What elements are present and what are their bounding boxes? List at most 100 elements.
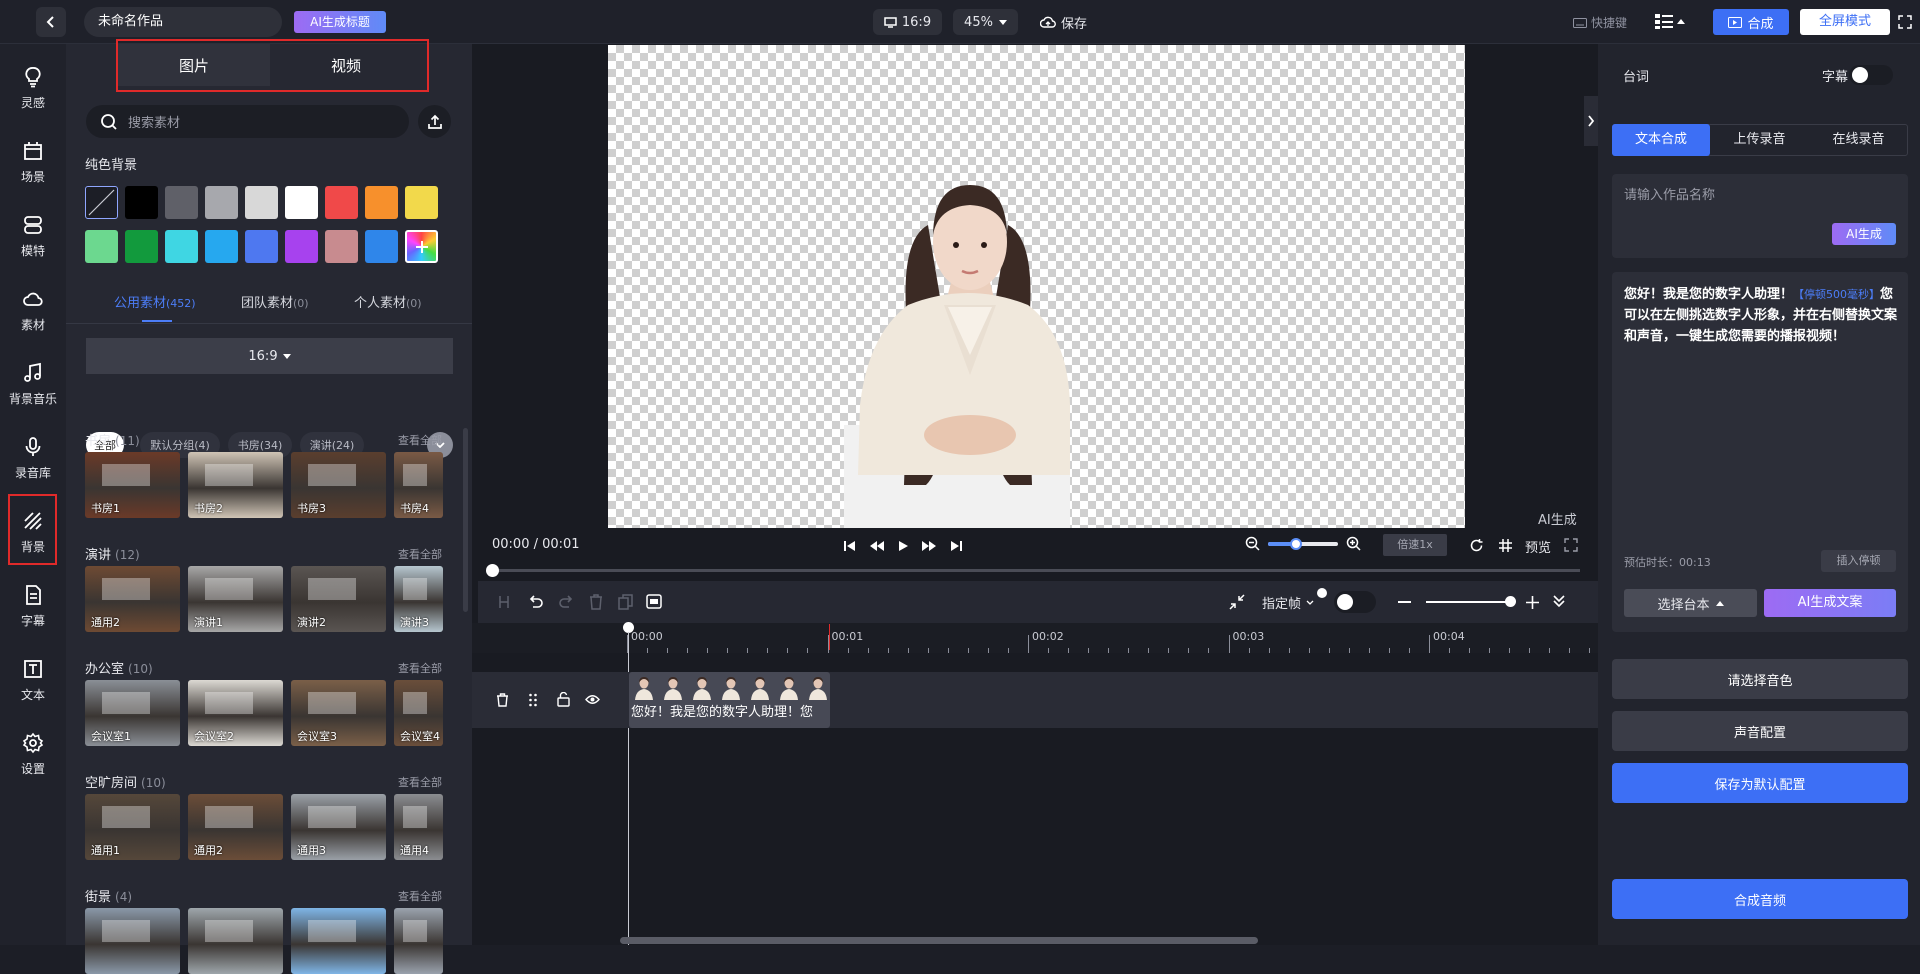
see-all-link[interactable]: 查看全部: [398, 546, 442, 562]
color-swatch[interactable]: [165, 230, 198, 263]
work-name-input[interactable]: 请输入作品名称: [1624, 184, 1715, 203]
timeline-zoom-slider[interactable]: [1426, 601, 1511, 603]
background-thumbnail[interactable]: 会议室3: [291, 680, 386, 746]
timeline-clip[interactable]: 您好！我是您的数字人助理！您: [629, 672, 830, 728]
speed-select[interactable]: 倍速1x: [1383, 534, 1447, 556]
undo-icon[interactable]: [528, 594, 544, 610]
color-swatch[interactable]: [245, 186, 278, 219]
timeline-zoom-handle[interactable]: [1505, 596, 1516, 607]
fast-forward-icon[interactable]: [921, 540, 937, 552]
script-text[interactable]: 您好！我是您的数字人助理！【停顿500毫秒】您可以在左侧挑选数字人形象，并在右侧…: [1624, 284, 1900, 347]
script-editor[interactable]: 您好！我是您的数字人助理！【停顿500毫秒】您可以在左侧挑选数字人形象，并在右侧…: [1612, 272, 1908, 632]
trash-icon[interactable]: [496, 693, 509, 707]
compose-audio-button[interactable]: 合成音频: [1612, 879, 1908, 919]
preview-canvas[interactable]: [608, 45, 1465, 528]
color-swatch[interactable]: [165, 186, 198, 219]
panel-scrollbar[interactable]: [463, 428, 468, 612]
zoom-in-icon[interactable]: [1346, 536, 1361, 551]
minus-icon[interactable]: [1398, 601, 1411, 603]
tab-personal[interactable]: 个人素材(0): [354, 292, 422, 311]
color-swatch[interactable]: [205, 230, 238, 263]
background-thumbnail[interactable]: 通用3: [291, 794, 386, 860]
background-thumbnail[interactable]: 通用2: [188, 794, 283, 860]
project-name-input[interactable]: 未命名作品: [84, 7, 282, 37]
background-thumbnail[interactable]: 书房2: [188, 452, 283, 518]
playback-progress-handle[interactable]: [486, 564, 499, 577]
skip-end-icon[interactable]: [949, 540, 963, 552]
expand-icon[interactable]: [1898, 15, 1912, 29]
keyframe-toggle[interactable]: [1334, 591, 1376, 613]
fullscreen-button[interactable]: 全屏模式: [1800, 9, 1890, 35]
play-icon[interactable]: [897, 540, 909, 552]
digital-avatar-figure[interactable]: [608, 45, 1465, 528]
shortcuts-button[interactable]: 快捷键: [1573, 14, 1627, 31]
transparent-swatch[interactable]: [85, 186, 118, 219]
background-thumbnail[interactable]: 演讲2: [291, 566, 386, 632]
background-thumbnail[interactable]: [394, 908, 443, 974]
background-thumbnail[interactable]: 通用4: [394, 794, 443, 860]
preview-label[interactable]: 预览: [1525, 537, 1551, 556]
insert-pause-button[interactable]: 插入停顿: [1821, 550, 1896, 572]
tab-public[interactable]: 公用素材(452): [114, 292, 196, 311]
background-thumbnail[interactable]: 书房1: [85, 452, 180, 518]
split-icon[interactable]: [497, 594, 511, 610]
tab-text-synthesis[interactable]: 文本合成: [1612, 124, 1710, 156]
delete-icon[interactable]: [589, 594, 603, 610]
rewind-icon[interactable]: [869, 540, 885, 552]
color-swatch[interactable]: [325, 230, 358, 263]
custom-color-swatch[interactable]: [405, 230, 438, 263]
color-swatch[interactable]: [205, 186, 238, 219]
background-thumbnail[interactable]: 会议室2: [188, 680, 283, 746]
grid-icon[interactable]: [1498, 538, 1513, 553]
rail-item-text[interactable]: 文本: [0, 648, 66, 712]
background-thumbnail[interactable]: 演讲1: [188, 566, 283, 632]
plus-icon[interactable]: [1526, 596, 1539, 609]
playback-progress[interactable]: [492, 569, 1580, 572]
ai-title-button[interactable]: AI生成标题: [294, 11, 386, 33]
timeline-scrollbar[interactable]: [620, 937, 1258, 944]
upload-button[interactable]: [418, 105, 451, 138]
tab-online-recording[interactable]: 在线录音: [1809, 124, 1908, 156]
see-all-link[interactable]: 查看全部: [398, 888, 442, 904]
background-thumbnail[interactable]: [291, 908, 386, 974]
color-swatch[interactable]: [125, 186, 158, 219]
color-swatch[interactable]: [365, 186, 398, 219]
work-name-field[interactable]: 请输入作品名称 AI生成: [1612, 174, 1908, 258]
voice-config-button[interactable]: 声音配置: [1612, 711, 1908, 751]
eye-icon[interactable]: [585, 694, 600, 705]
search-box[interactable]: 搜索素材: [86, 105, 409, 138]
tab-upload-recording[interactable]: 上传录音: [1710, 124, 1809, 156]
color-swatch[interactable]: [245, 230, 278, 263]
color-swatch[interactable]: [365, 230, 398, 263]
choose-script-button[interactable]: 选择台本: [1624, 589, 1757, 617]
layout-menu-button[interactable]: [1655, 13, 1685, 29]
fullscreen-icon[interactable]: [1564, 538, 1578, 552]
double-chevron-down-icon[interactable]: [1552, 594, 1566, 608]
color-swatch[interactable]: [325, 186, 358, 219]
drag-handle-icon[interactable]: [528, 693, 538, 707]
rail-item-model[interactable]: 模特: [0, 204, 66, 268]
background-thumbnail[interactable]: [188, 908, 283, 974]
color-swatch[interactable]: [405, 186, 438, 219]
color-swatch[interactable]: [85, 230, 118, 263]
rail-item-scene[interactable]: 场景: [0, 130, 66, 194]
ai-copy-button[interactable]: AI生成文案: [1764, 589, 1896, 617]
color-swatch[interactable]: [285, 186, 318, 219]
shrink-icon[interactable]: [1229, 594, 1245, 610]
copy-icon[interactable]: [618, 594, 633, 610]
tab-team[interactable]: 团队素材(0): [241, 292, 309, 311]
save-default-button[interactable]: 保存为默认配置: [1612, 763, 1908, 803]
help-badge[interactable]: [1317, 588, 1327, 598]
rail-item-settings[interactable]: 设置: [0, 722, 66, 786]
rail-item-recordings[interactable]: 录音库: [0, 426, 66, 490]
background-thumbnail[interactable]: 通用1: [85, 794, 180, 860]
redo-icon[interactable]: [558, 594, 574, 610]
rail-item-material[interactable]: 素材: [0, 278, 66, 342]
subtitle-toggle[interactable]: [1849, 65, 1893, 85]
background-thumbnail[interactable]: 演讲3: [394, 566, 443, 632]
preview-zoom-slider[interactable]: [1268, 537, 1338, 550]
ai-generate-button[interactable]: AI生成: [1832, 223, 1896, 245]
search-input[interactable]: 搜索素材: [128, 112, 180, 131]
preview-zoom-handle[interactable]: [1290, 537, 1302, 550]
ratio-select[interactable]: 16:9: [86, 338, 453, 374]
